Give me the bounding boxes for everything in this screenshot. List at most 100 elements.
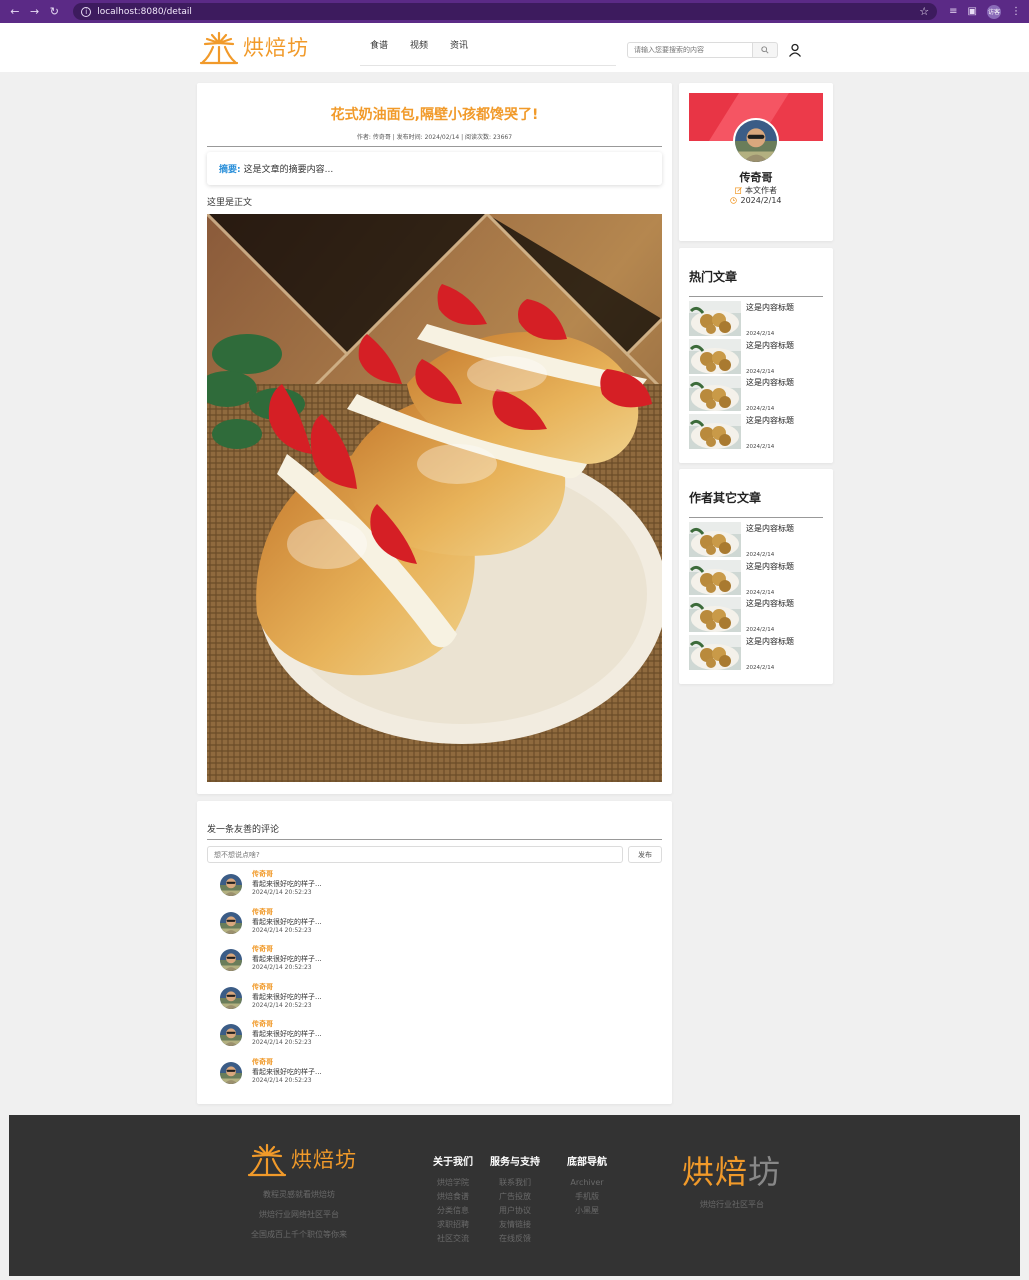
article-thumbnail[interactable] — [689, 414, 741, 449]
author-avatar[interactable] — [733, 118, 779, 164]
article-photo — [207, 214, 662, 782]
comment-author[interactable]: 传奇哥 — [252, 982, 322, 992]
comment-author[interactable]: 传奇哥 — [252, 944, 322, 954]
avatar[interactable] — [220, 1062, 242, 1084]
comment-time: 2024/2/14 20:52:23 — [252, 926, 312, 934]
site-logo[interactable]: 烘焙坊 — [199, 29, 309, 65]
profile-avatar[interactable]: 访客 — [986, 4, 1001, 19]
list-item[interactable]: 这是内容标题 2024/2/14 — [689, 414, 823, 452]
footer-link[interactable]: 烘焙食谱 — [419, 1190, 487, 1204]
item-title[interactable]: 这是内容标题 — [746, 523, 794, 534]
nav-item-news[interactable]: 资讯 — [450, 38, 468, 51]
list-item[interactable]: 这是内容标题 2024/2/14 — [689, 339, 823, 377]
nav-item-videos[interactable]: 视频 — [410, 38, 428, 51]
comment-author[interactable]: 传奇哥 — [252, 907, 322, 917]
logo-text: 烘焙坊 — [243, 36, 309, 60]
bookmark-star-icon[interactable]: ☆ — [919, 5, 929, 18]
address-bar[interactable]: i localhost:8080/detail ☆ — [73, 3, 938, 20]
author-date-text: 2024/2/14 — [740, 196, 782, 205]
footer-link[interactable]: 联系我们 — [483, 1176, 547, 1190]
list-item[interactable]: 这是内容标题 2024/2/14 — [689, 522, 823, 560]
item-title[interactable]: 这是内容标题 — [746, 598, 794, 609]
comment-author[interactable]: 传奇哥 — [252, 1057, 322, 1067]
footer-link[interactable]: 友情链接 — [483, 1218, 547, 1232]
footer-link[interactable]: 求职招聘 — [419, 1218, 487, 1232]
avatar[interactable] — [220, 874, 242, 896]
footer-brand: 烘焙坊 — [682, 1147, 781, 1193]
article-thumbnail[interactable] — [689, 635, 741, 670]
avatar[interactable] — [220, 987, 242, 1009]
divider — [207, 146, 662, 147]
item-date: 2024/2/14 — [746, 331, 775, 337]
item-date: 2024/2/14 — [746, 406, 775, 412]
footer-link[interactable]: 小黑屋 — [557, 1204, 617, 1218]
forward-icon[interactable]: → — [28, 5, 42, 19]
menu-kebab-icon[interactable]: ⋮ — [1011, 6, 1021, 17]
footer-logo[interactable]: 烘焙坊 — [247, 1141, 357, 1177]
comment-author[interactable]: 传奇哥 — [252, 1019, 322, 1029]
footer-col-title: 底部导航 — [567, 1157, 607, 1168]
article-thumbnail[interactable] — [689, 522, 741, 557]
summary-text: 这是文章的摘要内容... — [243, 165, 334, 175]
cream-bread-photo — [207, 214, 662, 782]
back-icon[interactable]: ← — [8, 5, 22, 19]
list-item[interactable]: 这是内容标题 2024/2/14 — [689, 301, 823, 339]
avatar[interactable] — [220, 949, 242, 971]
list-item[interactable]: 这是内容标题 2024/2/14 — [689, 635, 823, 673]
hot-articles-list: 这是内容标题 2024/2/14 这是内容标题 2024/2/14 这是内容标题… — [689, 301, 823, 451]
side-panel-icon[interactable]: ▣ — [968, 6, 977, 17]
footer-link[interactable]: Archiver — [557, 1176, 617, 1190]
comment-time: 2024/2/14 20:52:23 — [252, 889, 312, 896]
search-bar — [627, 42, 778, 58]
comment-item: 传奇哥 看起来很好吃的样子... 2024/2/14 20:52:23 — [220, 906, 640, 944]
search-input[interactable] — [627, 42, 753, 58]
item-title[interactable]: 这是内容标题 — [746, 561, 794, 572]
footer-link[interactable]: 用户协议 — [483, 1204, 547, 1218]
publish-button[interactable]: 发布 — [628, 846, 662, 863]
nav-item-recipes[interactable]: 食谱 — [370, 38, 388, 51]
footer-link[interactable]: 分类信息 — [419, 1204, 487, 1218]
comment-input[interactable] — [207, 846, 623, 863]
author-name[interactable]: 传奇哥 — [679, 169, 833, 185]
comment-author[interactable]: 传奇哥 — [252, 869, 322, 879]
browser-toolbar: ← → ↻ i localhost:8080/detail ☆ ≡ ▣ 访客 ⋮ — [0, 0, 1029, 23]
footer-col-about: 关于我们 烘焙学院 烘焙食谱 分类信息 求职招聘 社区交流 — [419, 1153, 487, 1246]
search-button[interactable] — [753, 42, 778, 58]
comment-text: 看起来很好吃的样子... — [252, 917, 322, 926]
author-role: 本文作者 — [679, 185, 833, 196]
footer-tagline: 烘焙行业网络社区平台 — [259, 1210, 339, 1219]
article-thumbnail[interactable] — [689, 376, 741, 411]
other-articles-title: 作者其它文章 — [689, 491, 762, 505]
article-thumbnail[interactable] — [689, 339, 741, 374]
item-title[interactable]: 这是内容标题 — [746, 415, 794, 426]
footer-link[interactable]: 烘焙学院 — [419, 1176, 487, 1190]
reading-list-icon[interactable]: ≡ — [949, 6, 957, 17]
comment-time: 2024/2/14 20:52:23 — [252, 1001, 312, 1009]
article-thumbnail[interactable] — [689, 560, 741, 595]
footer-link[interactable]: 在线反馈 — [483, 1232, 547, 1246]
footer-col-title: 服务与支持 — [490, 1157, 540, 1168]
article-thumbnail[interactable] — [689, 301, 741, 336]
footer-link[interactable]: 社区交流 — [419, 1232, 487, 1246]
item-title[interactable]: 这是内容标题 — [746, 636, 794, 647]
item-title[interactable]: 这是内容标题 — [746, 340, 794, 351]
user-icon[interactable] — [788, 43, 802, 57]
avatar[interactable] — [220, 912, 242, 934]
site-info-icon[interactable]: i — [81, 6, 92, 17]
article-thumbnail[interactable] — [689, 597, 741, 632]
footer-link[interactable]: 手机版 — [557, 1190, 617, 1204]
list-item[interactable]: 这是内容标题 2024/2/14 — [689, 597, 823, 635]
reload-icon[interactable]: ↻ — [47, 5, 61, 19]
other-articles-list: 这是内容标题 2024/2/14 这是内容标题 2024/2/14 这是内容标题… — [689, 522, 823, 672]
item-title[interactable]: 这是内容标题 — [746, 377, 794, 388]
list-item[interactable]: 这是内容标题 2024/2/14 — [689, 376, 823, 414]
item-title[interactable]: 这是内容标题 — [746, 302, 794, 313]
footer-col-support: 服务与支持 联系我们 广告投放 用户协议 友情链接 在线反馈 — [483, 1153, 547, 1246]
comment-item: 传奇哥 看起来很好吃的样子... 2024/2/14 20:52:23 — [220, 981, 640, 1019]
comment-time: 2024/2/14 20:52:23 — [252, 1076, 312, 1084]
footer-link[interactable]: 广告投放 — [483, 1190, 547, 1204]
avatar[interactable] — [220, 1024, 242, 1046]
edit-icon — [735, 187, 742, 194]
comment-text: 看起来很好吃的样子... — [252, 1030, 322, 1038]
list-item[interactable]: 这是内容标题 2024/2/14 — [689, 560, 823, 598]
